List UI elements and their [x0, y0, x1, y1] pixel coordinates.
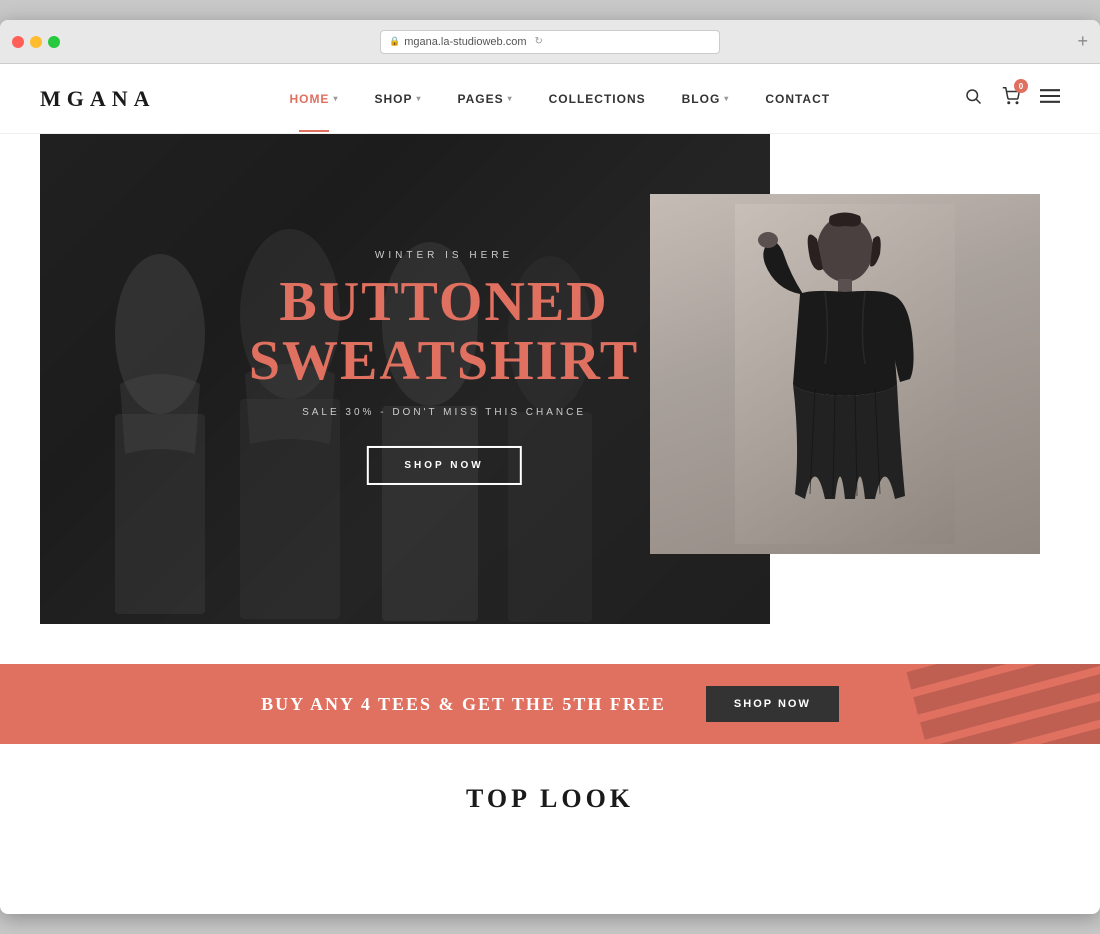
top-look-section: TOP LOOK	[0, 744, 1100, 834]
promo-shop-now-button[interactable]: SHOP NOW	[706, 686, 839, 722]
site-logo[interactable]: MGANA	[40, 86, 156, 112]
hero-secondary-image	[650, 194, 1040, 554]
maximize-dot[interactable]	[48, 36, 60, 48]
nav-item-blog[interactable]: BLOG ▾	[664, 92, 748, 106]
hamburger-menu-icon[interactable]	[1040, 87, 1060, 110]
browser-dots	[12, 36, 60, 48]
url-text: mgana.la-studioweb.com	[404, 36, 526, 48]
nav-item-shop[interactable]: SHOP ▾	[356, 92, 439, 106]
hero-title: BUTTONED SWEATSHIRT	[249, 273, 639, 391]
nav-item-collections[interactable]: COLLECTIONS	[531, 92, 664, 106]
browser-window: 🔒 mgana.la-studioweb.com ↻ + MGANA HOME …	[0, 20, 1100, 914]
nav-actions: 0	[964, 87, 1060, 110]
chevron-down-icon: ▾	[724, 94, 729, 103]
promo-banner-bg	[900, 664, 1100, 744]
hero-text-overlay: WINTER IS HERE BUTTONED SWEATSHIRT SALE …	[249, 250, 639, 485]
close-dot[interactable]	[12, 36, 24, 48]
nav-item-contact[interactable]: CONTACT	[747, 92, 848, 106]
new-tab-button[interactable]: +	[1077, 31, 1088, 52]
minimize-dot[interactable]	[30, 36, 42, 48]
website-content: MGANA HOME ▾ SHOP ▾ PAGES ▾ COLLECTIONS	[0, 64, 1100, 834]
promo-banner-text: BUY ANY 4 TEES & GET THE 5TH FREE	[261, 694, 666, 715]
hero-description: SALE 30% - DON'T MISS THIS CHANCE	[249, 407, 639, 418]
cart-badge: 0	[1014, 79, 1028, 93]
nav-item-pages[interactable]: PAGES ▾	[439, 92, 530, 106]
nav-item-home[interactable]: HOME ▾	[271, 92, 356, 106]
navbar: MGANA HOME ▾ SHOP ▾ PAGES ▾ COLLECTIONS	[0, 64, 1100, 134]
top-look-title: TOP LOOK	[0, 784, 1100, 814]
hero-subtitle: WINTER IS HERE	[249, 250, 639, 261]
search-icon[interactable]	[964, 87, 982, 110]
promo-banner: BUY ANY 4 TEES & GET THE 5TH FREE SHOP N…	[0, 664, 1100, 744]
address-bar[interactable]: 🔒 mgana.la-studioweb.com ↻	[380, 30, 720, 54]
promo-stripes	[907, 664, 1100, 744]
lock-icon: 🔒	[389, 36, 400, 47]
hero-section: WINTER IS HERE BUTTONED SWEATSHIRT SALE …	[0, 134, 1100, 634]
chevron-down-icon: ▾	[508, 94, 513, 103]
chevron-down-icon: ▾	[416, 94, 421, 103]
nav-menu: HOME ▾ SHOP ▾ PAGES ▾ COLLECTIONS BLOG ▾	[271, 92, 848, 106]
browser-chrome: 🔒 mgana.la-studioweb.com ↻ +	[0, 20, 1100, 64]
chevron-down-icon: ▾	[333, 94, 338, 103]
hero-shop-now-button[interactable]: SHOP NOW	[366, 446, 521, 485]
cart-icon[interactable]: 0	[1002, 87, 1020, 110]
model-figure	[650, 194, 1040, 554]
refresh-icon[interactable]: ↻	[535, 36, 543, 47]
